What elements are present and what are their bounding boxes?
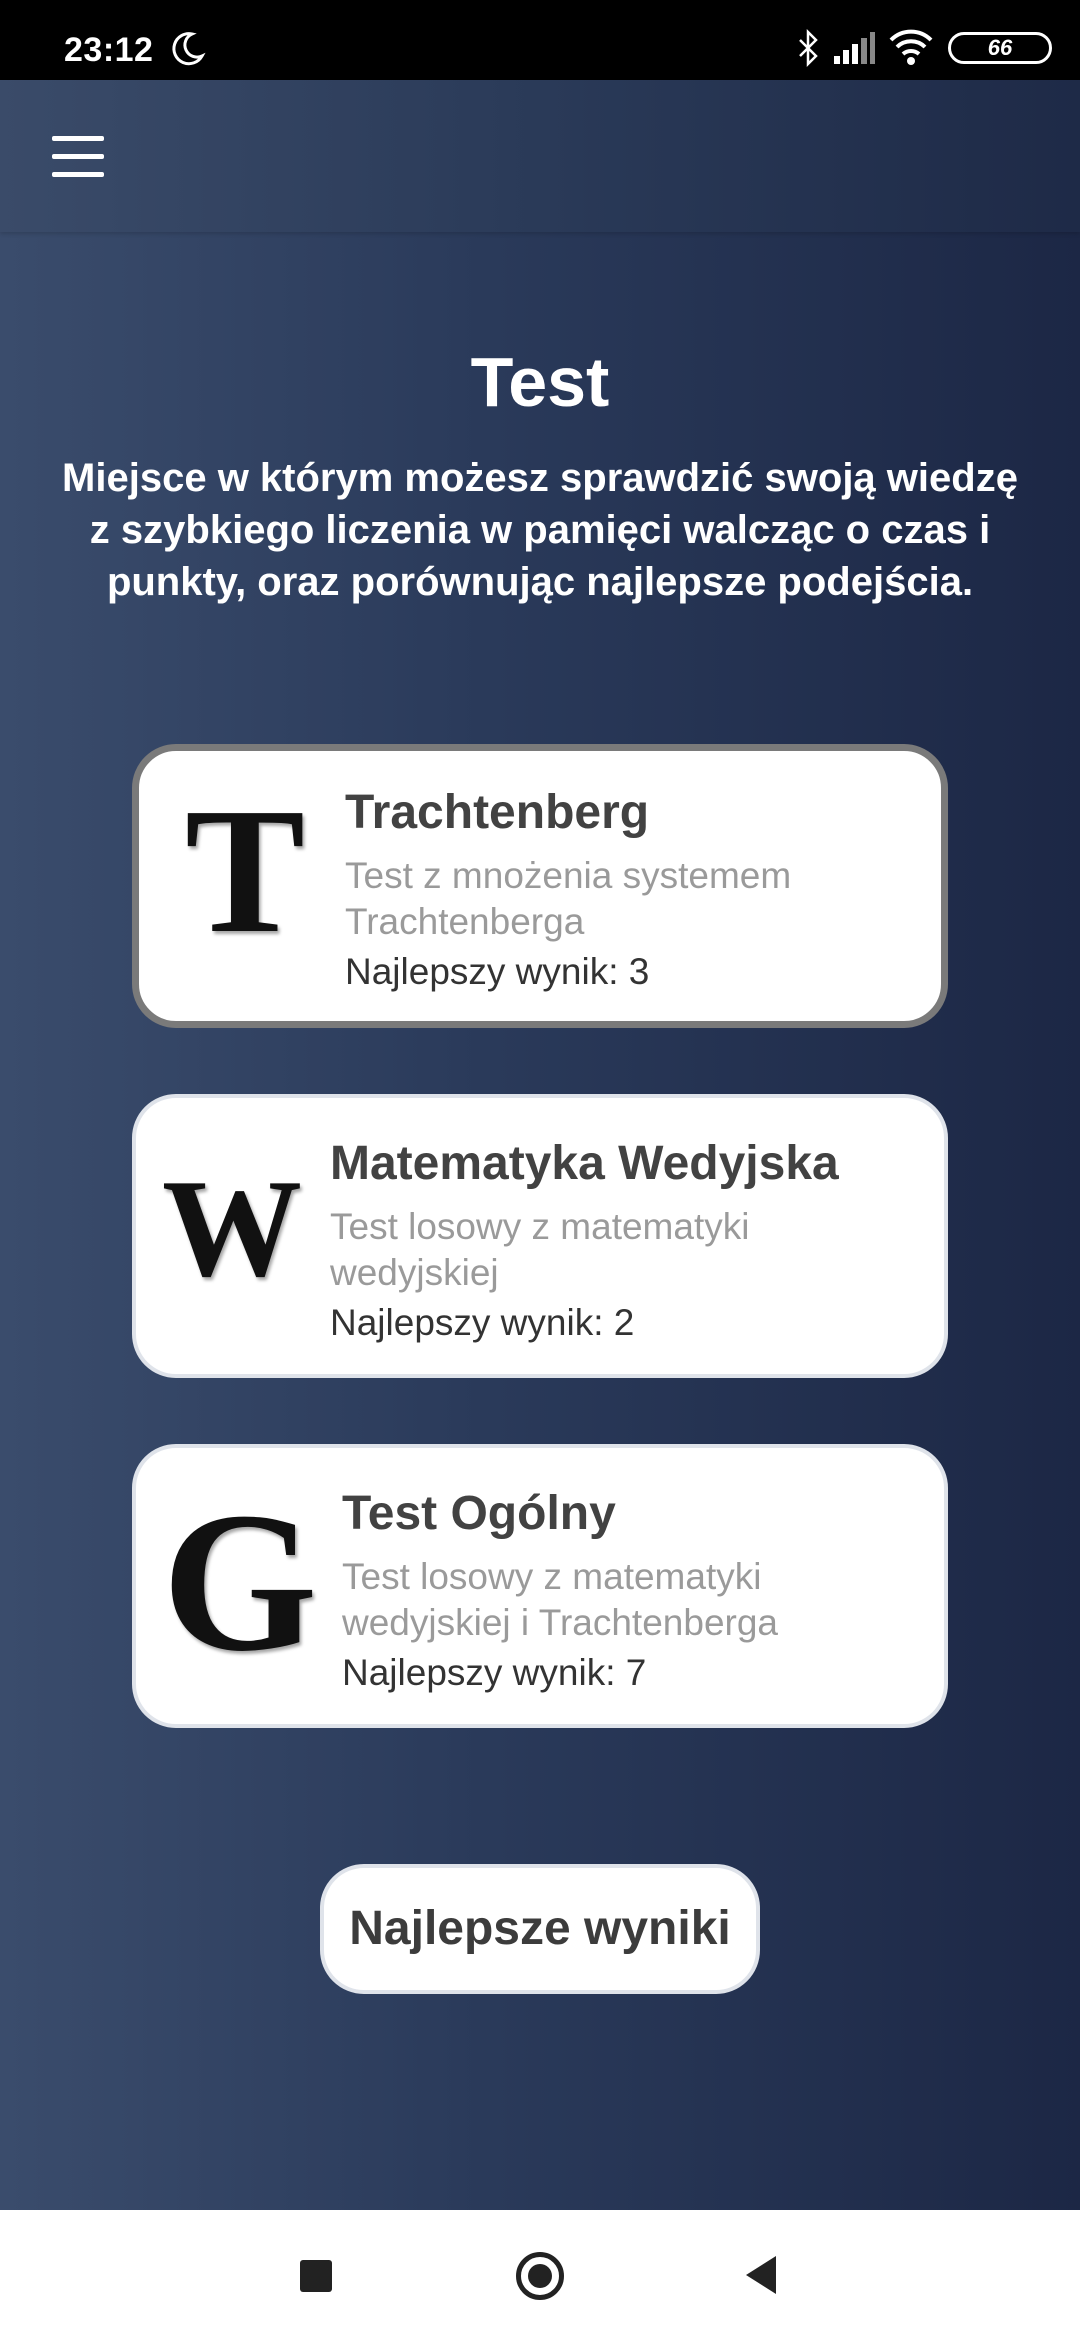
signal-icon: [834, 32, 875, 64]
card-best-score: Najlepszy wynik: 2: [330, 1302, 635, 1343]
card-title: Matematyka Wedyjska: [330, 1137, 839, 1190]
recents-square-icon[interactable]: [300, 2260, 332, 2292]
back-triangle-icon[interactable]: [744, 2254, 778, 2296]
letter-g-icon: G: [162, 1472, 318, 1693]
card-best-score: Najlepszy wynik: 7: [342, 1652, 647, 1693]
best-results-button[interactable]: Najlepsze wyniki: [320, 1864, 760, 1994]
moon-icon: [172, 32, 206, 66]
battery-level: 66: [987, 35, 1013, 60]
card-subtitle: Test z mnożenia systemem Trachtenberga: [345, 855, 792, 942]
card-best-score: Najlepszy wynik: 3: [345, 951, 650, 992]
status-bar: 23:12 66: [0, 0, 1080, 80]
page-description: Miejsce w którym możesz sprawdzić swoją …: [62, 456, 1018, 604]
letter-t-icon: T: [185, 771, 306, 970]
app-content: Test Miejsce w którym możesz sprawdzić s…: [0, 80, 1080, 2210]
card-title: Trachtenberg: [345, 786, 650, 839]
card-title: Test Ogólny: [342, 1487, 616, 1540]
card-subtitle: Test losowy z matematyki wedyjskiej: [330, 1206, 750, 1293]
home-circle-icon[interactable]: [516, 2252, 564, 2300]
hamburger-menu-icon[interactable]: [40, 130, 114, 186]
wifi-icon: [889, 29, 933, 65]
system-nav-bar: [0, 2210, 1080, 2340]
bluetooth-icon: [799, 28, 818, 68]
test-card-trachtenberg[interactable]: T Trachtenberg Test z mnożenia systemem …: [132, 744, 948, 1028]
battery-icon: 66: [948, 32, 1052, 64]
app-bar: [0, 80, 1080, 232]
letter-w-icon: W: [162, 1151, 302, 1306]
test-card-matematyka-wedyjska[interactable]: W Matematyka Wedyjska Test losowy z mate…: [132, 1094, 948, 1378]
status-time: 23:12: [64, 31, 154, 69]
page-title: Test: [470, 343, 610, 421]
card-subtitle: Test losowy z matematyki wedyjskiej i Tr…: [342, 1556, 778, 1643]
test-card-test-ogolny[interactable]: G Test Ogólny Test losowy z matematyki w…: [132, 1444, 948, 1728]
